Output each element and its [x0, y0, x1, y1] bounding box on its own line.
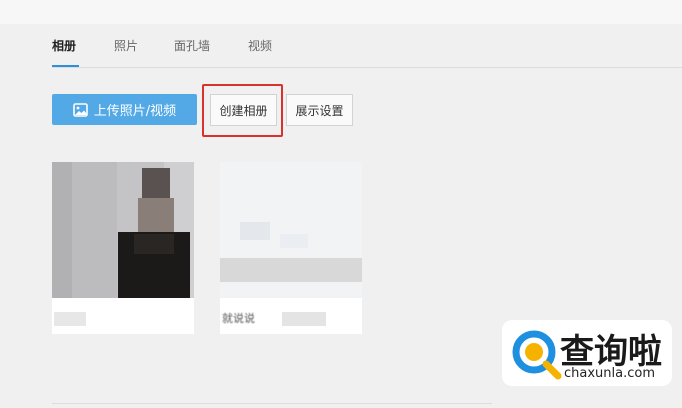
upload-button[interactable]: 上传照片/视频 — [52, 94, 197, 125]
album-card[interactable]: 就说说 — [220, 162, 362, 334]
watermark: 查询啦 chaxunla.com — [502, 320, 672, 386]
tab-videos[interactable]: 视频 — [248, 37, 272, 54]
album-cover — [220, 162, 362, 298]
image-upload-icon — [72, 102, 88, 117]
album-cover — [52, 162, 194, 298]
magnifier-logo-icon — [512, 330, 562, 380]
display-settings-button[interactable]: 展示设置 — [286, 94, 353, 126]
tab-face-wall[interactable]: 面孔墙 — [174, 37, 210, 54]
tab-albums[interactable]: 相册 — [52, 37, 76, 54]
display-settings-label: 展示设置 — [295, 103, 344, 118]
upload-button-label: 上传照片/视频 — [93, 104, 177, 119]
watermark-domain: chaxunla.com — [564, 366, 655, 381]
tab-photos[interactable]: 照片 — [114, 37, 138, 54]
highlight-box — [202, 84, 283, 137]
top-bar — [0, 0, 682, 24]
divider — [52, 403, 492, 404]
tab-divider — [52, 67, 682, 68]
album-card[interactable] — [52, 162, 194, 334]
